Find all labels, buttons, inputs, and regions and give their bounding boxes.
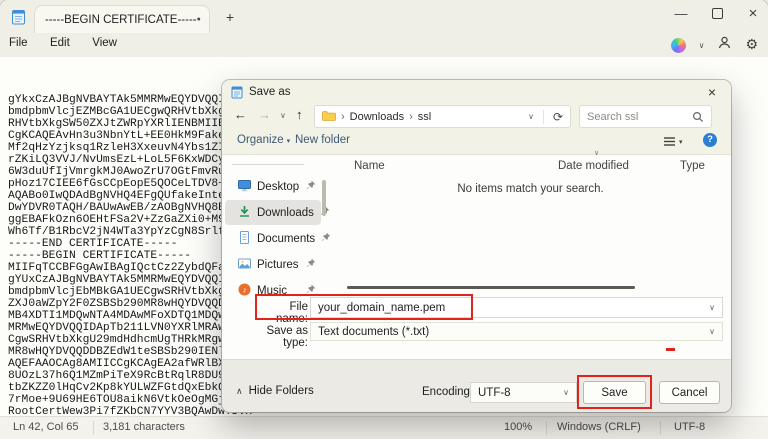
save-as-dialog: Save as × ← → ∨ ↑ › Downloads › ssl ∨ ⟳ … [222,80,731,412]
dialog-close-button[interactable]: × [701,82,723,102]
back-button[interactable]: ← [234,107,247,122]
organize-button[interactable]: Organize▾ [237,134,290,146]
settings-gear-icon[interactable]: ⚙ [745,37,758,53]
documents-icon [238,231,251,247]
help-icon[interactable]: ? [703,133,717,147]
up-button[interactable]: ↑ [296,107,303,122]
menu-view[interactable]: View [83,33,126,53]
zoom-level: 100% [504,421,532,433]
tab-begin-certificate[interactable]: -----BEGIN CERTIFICATE----- ● [34,5,210,33]
column-header-date-modified[interactable]: Date modified [558,160,629,172]
breadcrumb-ssl[interactable]: ssl [418,111,431,123]
save-as-type-label: Save as type: [242,325,308,349]
character-count: 3,181 characters [103,421,185,433]
notepad-app-icon [11,8,26,30]
new-folder-button[interactable]: New folder [295,134,350,146]
sidebar-item-documents[interactable]: Documents [225,226,321,251]
minimize-button[interactable]: — [666,0,696,26]
hide-folders-button[interactable]: ∧ Hide Folders [236,385,314,397]
music-icon: ♪ [238,283,251,299]
status-bar: Ln 42, Col 65 3,181 characters 100% Wind… [0,416,768,439]
breadcrumb-separator: › [341,111,345,123]
breadcrumb-downloads[interactable]: Downloads [350,111,404,123]
save-type-dropdown-chevron-icon: ∨ [709,327,715,336]
column-header-name[interactable]: Name [354,160,385,172]
search-placeholder: Search ssl [587,111,638,123]
pin-icon [306,258,316,271]
maximize-button[interactable] [702,0,732,26]
search-icon [692,111,704,123]
copilot-icon[interactable] [671,38,686,53]
menu-bar: File Edit View ∨ ⚙ [0,33,768,58]
downloads-icon [238,205,251,221]
sidebar-divider [232,164,304,165]
menu-edit[interactable]: Edit [41,33,79,53]
close-window-button[interactable]: × [738,0,768,26]
file-name-dropdown-chevron-icon[interactable]: ∨ [709,303,715,312]
tab-title: -----BEGIN CERTIFICATE----- [45,14,197,26]
menu-file[interactable]: File [0,33,37,53]
caret-up-icon: ∧ [236,386,243,397]
account-icon[interactable] [717,35,732,55]
notepad-window: -----BEGIN CERTIFICATE----- ● + — × File… [0,0,768,439]
address-chevron-icon[interactable]: ∨ [528,112,534,121]
tab-bar: -----BEGIN CERTIFICATE----- ● + — × [0,0,768,33]
sidebar-item-downloads[interactable]: Downloads [225,200,321,225]
encoding-select[interactable]: UTF-8 ∨ [470,382,577,403]
view-options-button[interactable]: ▾ [663,136,683,147]
chevron-down-icon[interactable]: ∨ [699,41,705,50]
save-as-type-select[interactable]: Text documents (*.txt) ∨ [310,322,723,341]
notepad-app-icon [231,85,243,102]
pictures-icon [238,257,251,273]
column-header-type[interactable]: Type [680,160,705,172]
encoding-label: Encoding: [422,386,473,398]
svg-text:♪: ♪ [243,285,247,294]
sidebar-scrollbar[interactable] [322,180,326,216]
caret-down-icon: ▾ [679,138,683,146]
caret-down-icon: ▾ [287,138,291,145]
annotation-save-box [577,375,652,409]
sidebar-item-desktop[interactable]: Desktop [225,174,321,199]
forward-button[interactable]: → [258,107,271,122]
cursor-position: Ln 42, Col 65 [13,421,78,433]
file-encoding: UTF-8 [674,421,705,433]
sidebar-item-pictures[interactable]: Pictures [225,252,321,277]
unsaved-indicator-icon: ● [197,16,201,23]
empty-folder-message: No items match your search. [330,183,731,195]
list-view-icon [663,136,676,147]
desktop-icon [238,179,251,195]
cancel-button[interactable]: Cancel [659,381,720,404]
breadcrumb[interactable]: › Downloads › ssl ∨ ⟳ [314,105,571,128]
sort-indicator-icon: ∨ [594,149,599,157]
search-input[interactable]: Search ssl [579,105,712,128]
new-tab-button[interactable]: + [220,7,240,27]
line-ending: Windows (CRLF) [557,421,641,433]
encoding-dropdown-chevron-icon: ∨ [563,388,569,397]
breadcrumb-separator: › [409,111,413,123]
refresh-icon[interactable]: ⟳ [553,110,563,124]
pin-icon [306,180,316,193]
maximize-icon [712,8,723,19]
annotation-filename-box [255,294,473,320]
horizontal-scrollbar[interactable] [347,286,635,289]
dialog-title: Save as [249,86,291,98]
annotation-dash [666,348,675,351]
recent-locations-chevron-icon[interactable]: ∨ [280,111,286,120]
folder-icon [322,110,336,124]
pin-icon [321,232,331,245]
